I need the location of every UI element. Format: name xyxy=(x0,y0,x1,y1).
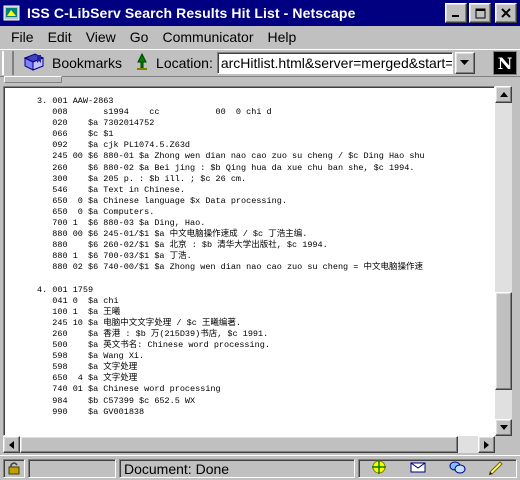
arrow-right-icon xyxy=(484,440,489,449)
mail-icon[interactable] xyxy=(409,459,427,478)
bookmark-icon xyxy=(22,52,46,75)
collapsed-toolbar-strip xyxy=(2,76,518,84)
vertical-scroll-thumb[interactable] xyxy=(495,292,512,390)
menu-file[interactable]: File xyxy=(4,29,41,45)
arrow-down-icon xyxy=(499,425,508,430)
toolbar-grip[interactable] xyxy=(2,51,14,75)
arrow-up-icon xyxy=(499,92,508,97)
menu-help[interactable]: Help xyxy=(261,29,304,45)
menu-bar: File Edit View Go Communicator Help xyxy=(0,26,520,48)
document-content: 3. 001 AAW-2863 008 s1994 cc 00 0 chi d … xyxy=(3,86,495,436)
collapsed-toolbar-tab[interactable] xyxy=(4,76,62,83)
scroll-right-button[interactable] xyxy=(478,436,495,453)
url-input[interactable]: arcHitlist.html&server=merged&start=0 xyxy=(216,52,453,74)
menu-edit[interactable]: Edit xyxy=(41,29,79,45)
netscape-window-icon xyxy=(3,4,21,22)
horizontal-scrollbar[interactable] xyxy=(3,436,495,453)
location-label: Location: xyxy=(156,55,213,71)
composer-icon[interactable] xyxy=(487,459,505,478)
chevron-down-icon xyxy=(460,60,470,65)
status-bar: Document: Done xyxy=(0,455,520,480)
vertical-scrollbar[interactable] xyxy=(495,86,512,436)
status-text: Document: Done xyxy=(119,458,355,478)
close-button[interactable] xyxy=(495,3,517,23)
navigator-icon[interactable] xyxy=(370,459,388,478)
security-indicator[interactable] xyxy=(3,458,25,478)
title-bar[interactable]: ISS C-LibServ Search Results Hit List - … xyxy=(0,0,520,26)
horizontal-scroll-thumb[interactable] xyxy=(20,436,458,453)
minimize-icon xyxy=(452,15,459,17)
bookmarks-button[interactable]: Bookmarks xyxy=(22,52,122,75)
progress-bar xyxy=(28,458,116,478)
scroll-left-button[interactable] xyxy=(3,436,20,453)
maximize-button[interactable] xyxy=(469,3,491,23)
discussion-icon[interactable] xyxy=(448,459,466,478)
marc-records: 3. 001 AAW-2863 008 s1994 cc 00 0 chi d … xyxy=(37,96,425,417)
component-bar xyxy=(358,458,517,478)
location-toolbar: Bookmarks Location: arcHitlist.html&serv… xyxy=(0,49,520,77)
menu-communicator[interactable]: Communicator xyxy=(155,29,260,45)
menu-view[interactable]: View xyxy=(79,29,123,45)
scroll-down-button[interactable] xyxy=(495,419,512,436)
bookmarks-label: Bookmarks xyxy=(52,55,123,71)
close-icon xyxy=(501,8,511,18)
location-icon[interactable] xyxy=(134,52,150,74)
minimize-button[interactable] xyxy=(445,3,467,23)
scrollbar-corner xyxy=(495,436,512,453)
maximize-icon xyxy=(475,8,485,18)
netscape-logo[interactable]: N xyxy=(493,51,517,75)
menu-go[interactable]: Go xyxy=(123,29,156,45)
lock-icon xyxy=(8,462,20,475)
window-title: ISS C-LibServ Search Results Hit List - … xyxy=(27,5,356,21)
arrow-left-icon xyxy=(9,440,14,449)
url-dropdown-button[interactable] xyxy=(454,52,475,74)
scroll-up-button[interactable] xyxy=(495,86,512,103)
